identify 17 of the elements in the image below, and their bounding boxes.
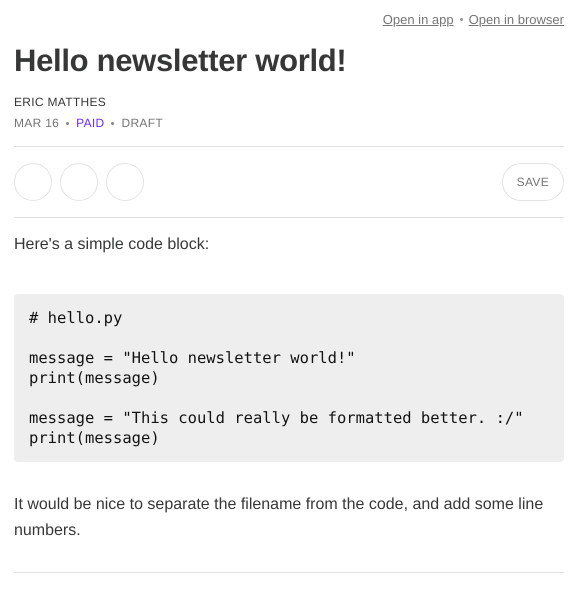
post-title: Hello newsletter world! (14, 42, 348, 80)
circle-button[interactable] (106, 163, 144, 201)
meta-label: MAR 16 (14, 116, 60, 130)
body-paragraph: Here's a simple code block: (14, 235, 210, 255)
author-name: ERIC MATTHES (14, 95, 108, 109)
save-button[interactable]: SAVE (502, 163, 564, 201)
circle-button[interactable] (60, 163, 98, 201)
separator-dot-icon (66, 122, 70, 124)
circle-button[interactable] (14, 163, 52, 201)
separator-dot-icon (111, 122, 114, 124)
body-paragraph: It would be nice to separate the filename from the code, and add some line numbers. (14, 495, 544, 541)
top-link[interactable]: Open in app (382, 12, 454, 27)
code-block: # hello.py message = "Hello newsletter world!" print(message) message = "This could really be formatted better. :/" print(message) (14, 294, 564, 462)
meta-label: PAID (76, 116, 104, 130)
separator-dot-icon (460, 18, 463, 21)
top-link[interactable]: Open in browser (468, 12, 564, 27)
meta-label: DRAFT (121, 116, 163, 130)
